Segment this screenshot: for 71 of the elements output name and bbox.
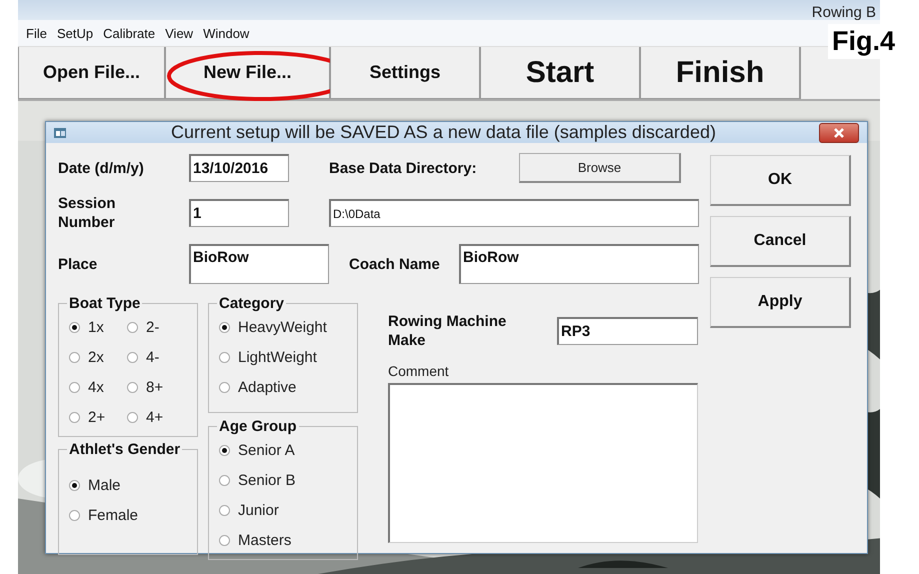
field-label: Place	[58, 254, 98, 274]
radio-button[interactable]	[219, 534, 230, 546]
place-field[interactable]: BioRow	[189, 244, 329, 284]
field-label: Session Number	[58, 194, 117, 232]
close-button[interactable]	[819, 122, 859, 142]
group-title: Category	[218, 295, 286, 312]
toolbar-button[interactable]: Finish	[640, 47, 800, 99]
radio-button[interactable]	[127, 382, 138, 392]
group-title: Boat Type	[68, 295, 142, 312]
dialog-button[interactable]: OK	[710, 155, 851, 206]
machine-field[interactable]: RP3	[557, 317, 698, 345]
field-label: Date (d/m/y)	[58, 158, 145, 178]
date-field[interactable]: 13/10/2016	[189, 154, 289, 182]
group-title: Athlet's Gender	[68, 441, 182, 458]
app-title: Rowing B	[812, 6, 876, 20]
radio-option[interactable]: Female	[69, 500, 189, 530]
toolbar-button[interactable]: Settings	[330, 47, 480, 99]
dialog-title: Current setup will be SAVED AS a new data file (samples discarded)	[170, 122, 717, 143]
field-label: Comment	[388, 363, 450, 379]
radio-option[interactable]: Senior A	[219, 435, 349, 465]
session-field[interactable]: 1	[189, 199, 289, 227]
menu-item[interactable]: Calibrate	[103, 26, 156, 40]
radio-button[interactable]	[69, 382, 80, 392]
app-icon	[54, 126, 68, 138]
coach-field[interactable]: BioRow	[459, 244, 699, 284]
menu-item[interactable]: File	[26, 26, 47, 40]
menu-item[interactable]: SetUp	[56, 26, 94, 40]
radio-button[interactable]	[127, 412, 138, 422]
radio-button[interactable]	[69, 510, 80, 520]
dialog-button[interactable]: Apply	[710, 277, 851, 328]
radio-button[interactable]	[219, 504, 230, 516]
radio-button[interactable]	[69, 480, 80, 490]
field-label: Coach Name	[349, 254, 441, 274]
radio-option[interactable]: Masters	[219, 525, 349, 555]
radio-option[interactable]: 4x	[69, 372, 127, 402]
directory-field[interactable]: D:\0Data	[329, 199, 699, 227]
radio-option[interactable]: 2+	[69, 402, 127, 432]
radio-button[interactable]	[219, 352, 230, 362]
browse-button[interactable]: Browse	[519, 153, 681, 183]
radio-button[interactable]	[219, 474, 230, 486]
radio-button[interactable]	[69, 352, 80, 362]
toolbar-button[interactable]: Start	[480, 47, 640, 99]
field-label: Base Data Directory:	[329, 158, 478, 178]
radio-option[interactable]: 1x	[69, 312, 127, 342]
radio-option[interactable]: Male	[69, 470, 189, 500]
radio-option[interactable]: Adaptive	[219, 372, 349, 402]
radio-option[interactable]: HeavyWeight	[219, 312, 349, 342]
radio-option[interactable]: 4-	[127, 342, 185, 372]
radio-button[interactable]	[69, 412, 80, 422]
field-label: Rowing Machine Make	[388, 312, 508, 350]
radio-button[interactable]	[219, 444, 230, 456]
radio-option[interactable]: Junior	[219, 495, 349, 525]
dialog-button[interactable]: Cancel	[710, 216, 851, 267]
comment-field[interactable]	[388, 383, 698, 543]
menu-item[interactable]: Window	[203, 26, 250, 40]
radio-option[interactable]: 4+	[127, 402, 185, 432]
radio-button[interactable]	[219, 322, 230, 332]
radio-button[interactable]	[219, 382, 230, 392]
radio-option[interactable]: LightWeight	[219, 342, 349, 372]
radio-option[interactable]: 2x	[69, 342, 127, 372]
close-icon	[833, 126, 845, 138]
toolbar-button[interactable]: Open File...	[18, 47, 165, 99]
radio-button[interactable]	[127, 322, 138, 332]
radio-option[interactable]: 8+	[127, 372, 185, 402]
radio-option[interactable]: 2-	[127, 312, 185, 342]
radio-option[interactable]: Senior B	[219, 465, 349, 495]
radio-button[interactable]	[69, 322, 80, 332]
radio-button[interactable]	[127, 352, 138, 362]
menu-item[interactable]: View	[165, 26, 194, 40]
toolbar-button[interactable]: New File...	[165, 47, 330, 99]
group-title: Age Group	[218, 418, 298, 435]
